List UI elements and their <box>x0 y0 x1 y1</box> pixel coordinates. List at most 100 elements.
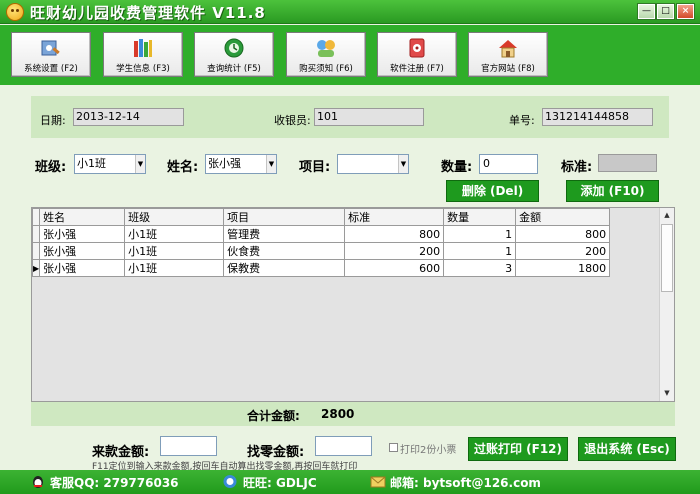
fee-entry-panel: 班级: 小1班 ▼ 姓名: 张小强 ▼ 项目: ▼ 数量: 0 标准: 删除 (… <box>31 146 669 206</box>
purchase-info-button[interactable]: 购买须知 (F6) <box>286 32 366 77</box>
system-settings-button[interactable]: 系统设置 (F2) <box>11 32 91 77</box>
settings-icon <box>41 40 60 56</box>
cell-quantity[interactable]: 1 <box>443 225 517 243</box>
scroll-up-icon[interactable]: ▲ <box>660 208 674 223</box>
name-label: 姓名: <box>167 160 199 175</box>
wangwang-icon <box>223 475 237 488</box>
fee-items-grid: 姓名 班级 项目 标准 数量 金额 张小强 小1班 管理费 800 1 800 … <box>31 207 675 402</box>
student-info-button[interactable]: 学生信息 (F3) <box>103 32 183 77</box>
class-select[interactable]: 小1班 ▼ <box>74 154 146 174</box>
received-amount-label: 来款金额: <box>92 445 150 460</box>
cell-class[interactable]: 小1班 <box>124 242 225 260</box>
total-amount: 2800 <box>321 407 355 421</box>
qq-penguin-icon <box>33 476 43 488</box>
software-register-label: 软件注册 (F7) <box>390 64 444 74</box>
cell-item[interactable]: 伙食费 <box>223 242 346 260</box>
cell-quantity[interactable]: 1 <box>443 242 517 260</box>
column-header[interactable]: 姓名 <box>39 208 126 226</box>
total-label: 合计金额: <box>247 409 300 423</box>
date-label: 日期: <box>40 114 66 127</box>
cell-amount[interactable]: 1800 <box>515 259 611 277</box>
checkout-print-button[interactable]: 过账打印 (F12) <box>468 437 568 461</box>
scrollbar-thumb[interactable] <box>661 224 673 292</box>
exit-system-button[interactable]: 退出系统 (Esc) <box>578 437 676 461</box>
cell-amount[interactable]: 800 <box>515 225 611 243</box>
print-two-checkbox[interactable] <box>389 443 398 452</box>
software-register-button[interactable]: 软件注册 (F7) <box>377 32 457 77</box>
date-field[interactable]: 2013-12-14 <box>73 108 184 126</box>
table-header-row: 姓名 班级 项目 标准 数量 金额 <box>31 208 611 226</box>
mail-icon <box>370 476 386 488</box>
received-amount-input[interactable] <box>160 436 217 456</box>
change-amount-input[interactable] <box>315 436 372 456</box>
minimize-button[interactable]: — <box>637 3 656 20</box>
window-title: 旺财幼儿园收费管理软件 V11.8 <box>30 4 266 22</box>
add-button[interactable]: 添加 (F10) <box>566 180 659 202</box>
column-header[interactable]: 数量 <box>443 208 517 226</box>
row-indicator-header <box>31 208 41 226</box>
books-icon <box>134 39 152 57</box>
purchase-info-label: 购买须知 (F6) <box>299 64 353 74</box>
maximize-button[interactable]: □ <box>656 3 675 20</box>
cell-standard[interactable]: 800 <box>344 225 445 243</box>
table-row[interactable]: 张小强 小1班 管理费 800 1 800 <box>31 225 611 243</box>
cashier-field[interactable]: 101 <box>314 108 424 126</box>
chevron-down-icon[interactable]: ▼ <box>398 155 408 173</box>
register-icon <box>409 38 425 58</box>
class-select-value: 小1班 <box>77 157 106 170</box>
order-info-panel: 日期: 2013-12-14 收银员: 101 单号: 131214144858 <box>31 96 669 138</box>
quantity-input[interactable]: 0 <box>479 154 538 174</box>
wangwang-contact: 旺旺: GDLJC <box>243 476 317 490</box>
item-select[interactable]: ▼ <box>337 154 409 174</box>
email-contact: 邮箱: bytsoft@126.com <box>390 476 541 490</box>
vertical-scrollbar[interactable]: ▲ ▼ <box>659 208 674 401</box>
table-row[interactable]: ▶ 张小强 小1班 保教费 600 3 1800 <box>31 259 611 277</box>
cell-class[interactable]: 小1班 <box>124 225 225 243</box>
cell-amount[interactable]: 200 <box>515 242 611 260</box>
chevron-down-icon[interactable]: ▼ <box>135 155 145 173</box>
app-logo-icon <box>6 3 24 21</box>
column-header[interactable]: 班级 <box>124 208 225 226</box>
cell-item[interactable]: 保教费 <box>223 259 346 277</box>
column-header[interactable]: 项目 <box>223 208 346 226</box>
row-indicator <box>31 242 41 260</box>
order-number-field[interactable]: 131214144858 <box>542 108 653 126</box>
cell-standard[interactable]: 200 <box>344 242 445 260</box>
cell-class[interactable]: 小1班 <box>124 259 225 277</box>
home-icon <box>499 40 517 58</box>
chevron-down-icon[interactable]: ▼ <box>266 155 276 173</box>
cashier-label: 收银员: <box>274 114 311 127</box>
title-bar: 旺财幼儿园收费管理软件 V11.8 — □ × <box>0 0 700 24</box>
cell-name[interactable]: 张小强 <box>39 259 126 277</box>
row-indicator <box>31 225 41 243</box>
fee-items-table: 姓名 班级 项目 标准 数量 金额 张小强 小1班 管理费 800 1 800 … <box>31 208 611 277</box>
table-row[interactable]: 张小强 小1班 伙食费 200 1 200 <box>31 242 611 260</box>
cell-name[interactable]: 张小强 <box>39 242 126 260</box>
total-panel: 合计金额: 2800 <box>31 402 675 426</box>
query-icon <box>224 38 244 58</box>
delete-button[interactable]: 删除 (Del) <box>446 180 539 202</box>
cell-standard[interactable]: 600 <box>344 259 445 277</box>
current-row-icon: ▶ <box>31 259 41 277</box>
standard-field[interactable] <box>598 154 657 172</box>
query-stats-button[interactable]: 查询统计 (F5) <box>194 32 274 77</box>
toolbar: 系统设置 (F2) 学生信息 (F3) 查询统计 (F5) 购买须知 (F6) <box>0 25 700 85</box>
close-button[interactable]: × <box>676 3 695 20</box>
change-amount-label: 找零金额: <box>247 445 305 460</box>
cell-item[interactable]: 管理费 <box>223 225 346 243</box>
cell-quantity[interactable]: 3 <box>443 259 517 277</box>
name-select[interactable]: 张小强 ▼ <box>205 154 277 174</box>
column-header[interactable]: 金额 <box>515 208 611 226</box>
student-info-label: 学生信息 (F3) <box>116 64 170 74</box>
status-bar: 客服QQ: 279776036 旺旺: GDLJC 邮箱: bytsoft@12… <box>0 470 700 494</box>
class-label: 班级: <box>35 160 67 175</box>
cell-name[interactable]: 张小强 <box>39 225 126 243</box>
name-select-value: 张小强 <box>208 157 241 170</box>
official-website-button[interactable]: 官方网站 (F8) <box>468 32 548 77</box>
scroll-down-icon[interactable]: ▼ <box>660 386 674 401</box>
purchase-info-icon <box>317 40 335 57</box>
official-website-label: 官方网站 (F8) <box>481 64 535 74</box>
query-stats-label: 查询统计 (F5) <box>207 64 261 74</box>
column-header[interactable]: 标准 <box>344 208 445 226</box>
qq-contact: 客服QQ: 279776036 <box>50 476 179 490</box>
